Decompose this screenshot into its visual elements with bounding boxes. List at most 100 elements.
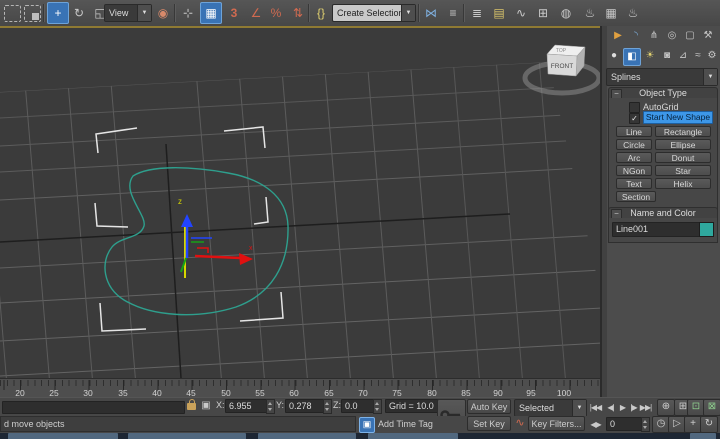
- shape-button-circle[interactable]: Circle: [616, 139, 652, 150]
- select-and-move-icon[interactable]: +: [47, 2, 69, 24]
- zoom-icon[interactable]: ⊕: [657, 399, 675, 416]
- x-coord-label: X:: [216, 400, 225, 410]
- rectangular-selection-region-icon[interactable]: [4, 5, 21, 22]
- shape-button-ellipse[interactable]: Ellipse: [655, 139, 711, 150]
- shape-button-rectangle[interactable]: Rectangle: [655, 126, 711, 137]
- named-selection-set-dropdown[interactable]: Create Selection Se ▼: [332, 4, 416, 22]
- viewcube[interactable]: TOP FRONT: [525, 45, 599, 93]
- absolute-mode-icon[interactable]: ▣: [199, 399, 213, 413]
- shape-button-donut[interactable]: Donut: [655, 152, 711, 163]
- curve-editor-icon[interactable]: ∿: [511, 3, 531, 23]
- go-to-end-icon[interactable]: ▶▶|: [639, 401, 652, 414]
- chevron-down-icon[interactable]: ▼: [401, 5, 415, 21]
- tab-motion[interactable]: ◎: [664, 28, 680, 44]
- tab-hierarchy[interactable]: ⋔: [646, 28, 662, 44]
- time-tag-icon[interactable]: ▣: [359, 417, 375, 433]
- select-and-rotate-icon[interactable]: ↻: [69, 3, 89, 23]
- mirror-icon[interactable]: ⋈: [421, 3, 441, 23]
- tab-modify[interactable]: ◝: [628, 28, 644, 44]
- object-name-field[interactable]: Line001: [612, 222, 701, 237]
- main-toolbar: + ↻ ◱ View ▼ ◉ ⊹ ▦ 3 ∠ % ⇅ {} Create Sel…: [0, 0, 720, 27]
- taskbar-button[interactable]: [258, 433, 356, 439]
- auto-key-button[interactable]: Auto Key: [467, 399, 511, 414]
- select-and-manipulate-icon[interactable]: ⊹: [178, 3, 198, 23]
- gizmo-x-axis[interactable]: [195, 256, 240, 258]
- taskbar-button[interactable]: [8, 433, 118, 439]
- manage-layers-icon[interactable]: ≣: [467, 3, 487, 23]
- start-new-shape-checkbox[interactable]: ✓: [629, 113, 640, 124]
- category-geometry[interactable]: ●: [606, 48, 622, 64]
- move-gizmo[interactable]: z x: [178, 197, 253, 278]
- z-coord-field[interactable]: 0.0: [341, 399, 376, 413]
- category-helpers[interactable]: ⊿: [675, 48, 691, 64]
- home-grid: [0, 46, 600, 378]
- category-lights[interactable]: ☀: [642, 48, 658, 64]
- set-key-button[interactable]: Set Key: [467, 416, 511, 431]
- shape-button-line[interactable]: Line: [616, 126, 652, 137]
- category-cameras[interactable]: ◙: [659, 48, 675, 64]
- shape-button-helix[interactable]: Helix: [655, 178, 711, 189]
- track-bar[interactable]: [2, 401, 185, 414]
- autogrid-checkbox[interactable]: [629, 102, 640, 113]
- time-slider-ruler[interactable]: 20 25 30 35 40 45 50 55 60 65 70 75 80 8…: [0, 378, 600, 399]
- align-icon[interactable]: ≡: [443, 3, 463, 23]
- selection-lock-icon[interactable]: [187, 403, 196, 410]
- edit-named-selection-sets-icon[interactable]: {}: [311, 3, 331, 23]
- use-pivot-center-icon[interactable]: ◉: [153, 3, 173, 23]
- current-frame-field[interactable]: 0: [606, 417, 644, 431]
- set-key-curve-icon[interactable]: ∿: [513, 417, 526, 430]
- shape-button-star[interactable]: Star: [655, 165, 711, 176]
- window-crossing-icon[interactable]: [24, 5, 41, 22]
- chevron-down-icon[interactable]: ▼: [137, 5, 151, 21]
- rollout-title: Name and Color: [630, 208, 696, 218]
- start-new-shape-button[interactable]: Start New Shape: [643, 111, 713, 124]
- toolbar-separator: [308, 4, 310, 22]
- render-setup-icon[interactable]: ♨: [580, 3, 600, 23]
- orbit-icon[interactable]: ↻: [700, 416, 718, 433]
- x-coord-field[interactable]: 6.955: [225, 399, 269, 413]
- material-editor-icon[interactable]: ◍: [556, 3, 576, 23]
- schematic-view-icon[interactable]: ⊞: [533, 3, 553, 23]
- shape-button-section[interactable]: Section: [616, 191, 656, 202]
- shape-button-arc[interactable]: Arc: [616, 152, 652, 163]
- tab-utilities[interactable]: ⚒: [700, 28, 716, 44]
- key-selection-dropdown[interactable]: Selected ▼: [514, 399, 587, 417]
- reference-coordsys-dropdown[interactable]: View ▼: [104, 4, 152, 22]
- category-shapes[interactable]: ◧: [623, 48, 641, 66]
- chevron-down-icon[interactable]: ▼: [572, 400, 586, 416]
- active-viewport-border: [0, 26, 600, 28]
- zoom-extents-all-icon[interactable]: ⊠: [703, 399, 720, 416]
- shape-button-text[interactable]: Text: [616, 178, 652, 189]
- render-production-icon[interactable]: ♨: [623, 3, 643, 23]
- shape-button-ngon[interactable]: NGon: [616, 165, 652, 176]
- taskbar-button[interactable]: [128, 433, 246, 439]
- taskbar-button[interactable]: [368, 433, 458, 439]
- key-mode-toggle-icon[interactable]: ◀▶: [589, 418, 602, 431]
- named-selection-set-value: Create Selection Se: [333, 8, 401, 18]
- y-coord-field[interactable]: 0.278: [285, 399, 326, 413]
- tab-display[interactable]: ▢: [682, 28, 698, 44]
- current-frame-spinner[interactable]: [641, 417, 650, 432]
- go-to-start-icon[interactable]: |◀◀: [589, 401, 602, 414]
- percent-snap-icon[interactable]: %: [266, 3, 286, 23]
- category-systems[interactable]: ⚙: [704, 48, 720, 64]
- spinner-snap-icon[interactable]: ⇅: [288, 3, 308, 23]
- add-time-tag-label[interactable]: Add Time Tag: [378, 419, 433, 429]
- key-filters-button[interactable]: Key Filters...: [528, 416, 585, 431]
- angle-snap-icon[interactable]: ∠: [246, 3, 266, 23]
- tab-create[interactable]: ▶: [610, 28, 626, 44]
- rendered-frame-window-icon[interactable]: ▦: [601, 3, 621, 23]
- shape-category-dropdown[interactable]: Splines ▼: [606, 68, 718, 86]
- chevron-down-icon[interactable]: ▼: [703, 69, 717, 85]
- toolbar-separator: [174, 4, 176, 22]
- keyboard-override-icon[interactable]: ▦: [200, 2, 222, 24]
- scene-folder-icon[interactable]: ▤: [489, 3, 509, 23]
- y-coord-spinner[interactable]: [323, 399, 332, 414]
- perspective-viewport[interactable]: z x TOP FRONT: [0, 26, 600, 378]
- z-coord-label: Z:: [333, 400, 341, 410]
- x-coord-spinner[interactable]: [266, 399, 275, 414]
- snap-toggle-3d-icon[interactable]: 3: [224, 3, 244, 23]
- object-color-swatch[interactable]: [699, 222, 714, 237]
- taskbar-tray[interactable]: [690, 433, 716, 439]
- z-coord-spinner[interactable]: [373, 399, 382, 414]
